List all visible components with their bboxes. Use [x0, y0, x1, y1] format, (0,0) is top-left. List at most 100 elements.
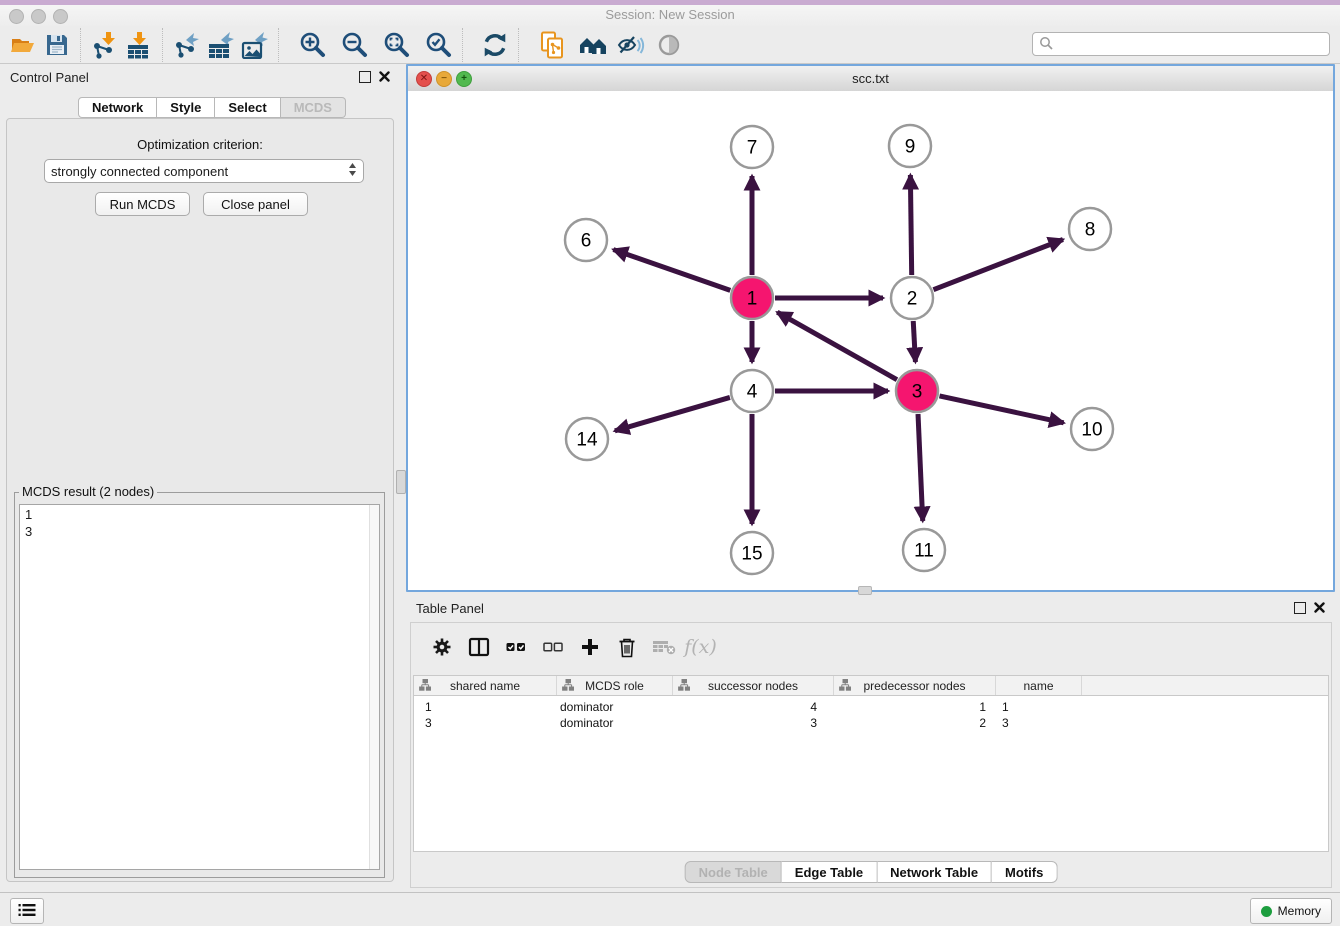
graph-edge-2-9[interactable] — [910, 175, 911, 275]
graph-node-label-10: 10 — [1081, 420, 1102, 441]
memory-button[interactable]: Memory — [1250, 898, 1332, 924]
graph-edge-3-11[interactable] — [918, 414, 923, 521]
home-icon[interactable] — [576, 30, 610, 60]
tab-edge-table[interactable]: Edge Table — [782, 861, 877, 883]
float-table-panel-icon[interactable] — [1294, 602, 1306, 614]
table-row[interactable]: 3 dominator 3 2 3 — [414, 715, 1328, 731]
show-all-icon[interactable] — [652, 30, 686, 60]
chevron-updown-icon — [348, 162, 357, 180]
tab-select[interactable]: Select — [215, 97, 280, 118]
optimization-criterion-select[interactable]: strongly connected component — [44, 159, 364, 183]
zoom-fit-icon[interactable] — [380, 30, 414, 60]
column-header-predecessor-nodes[interactable]: predecessor nodes — [834, 676, 996, 695]
table-panel-title: Table Panel — [416, 601, 484, 616]
graph-edge-2-3[interactable] — [913, 321, 915, 362]
graph-node-label-8: 8 — [1085, 220, 1096, 241]
graph-node-label-1: 1 — [747, 289, 758, 310]
table-type-tabs: Node Table Edge Table Network Table Moti… — [685, 861, 1058, 883]
task-history-button[interactable] — [10, 898, 44, 924]
graph-node-label-7: 7 — [747, 138, 758, 159]
graph-node-label-3: 3 — [912, 382, 923, 403]
hide-selected-icon[interactable] — [614, 30, 648, 60]
toolbar-separator — [462, 28, 464, 62]
control-panel: Control Panel Network Style Select MCDS … — [0, 64, 400, 890]
network-graph[interactable]: 7968124314101511 — [408, 91, 1333, 590]
result-scrollbar[interactable] — [369, 505, 379, 869]
float-panel-icon[interactable] — [359, 71, 371, 83]
result-line: 1 — [25, 506, 379, 523]
zoom-in-icon[interactable] — [296, 30, 330, 60]
panel-splitter-handle[interactable] — [396, 470, 406, 494]
run-mcds-button[interactable]: Run MCDS — [95, 192, 190, 216]
application-window: Session: New Session — [0, 0, 1340, 926]
select-all-icon[interactable] — [497, 632, 534, 662]
tab-network[interactable]: Network — [78, 97, 157, 118]
graph-edge-2-8[interactable] — [933, 239, 1063, 289]
tab-mcds[interactable]: MCDS — [281, 97, 346, 118]
graph-node-label-15: 15 — [741, 544, 762, 565]
table-settings-icon[interactable] — [423, 632, 460, 662]
status-bar: Memory — [0, 892, 1340, 926]
column-header-shared-name[interactable]: shared name — [414, 676, 557, 695]
save-session-icon[interactable] — [40, 30, 74, 60]
network-canvas[interactable]: 7968124314101511 — [408, 91, 1333, 590]
dropdown-value: strongly connected component — [51, 164, 228, 179]
import-table-icon[interactable] — [122, 30, 156, 60]
table-panel-body: f(x) shared name MCDS role successor nod… — [410, 622, 1332, 888]
memory-label: Memory — [1278, 904, 1321, 918]
graph-node-label-14: 14 — [576, 430, 598, 451]
zoom-out-icon[interactable] — [338, 30, 372, 60]
zoom-selected-icon[interactable] — [422, 30, 456, 60]
close-table-panel-icon[interactable] — [1314, 601, 1325, 616]
clone-network-icon[interactable] — [536, 30, 570, 60]
graph-edge-4-14[interactable] — [615, 397, 730, 430]
graph-edge-3-1[interactable] — [777, 312, 897, 379]
graph-edge-3-10[interactable] — [939, 396, 1063, 423]
optimization-criterion-label: Optimization criterion: — [0, 137, 400, 152]
tab-network-table[interactable]: Network Table — [877, 861, 992, 883]
column-header-successor-nodes[interactable]: successor nodes — [673, 676, 834, 695]
export-network-icon[interactable] — [170, 30, 204, 60]
import-network-icon[interactable] — [88, 30, 122, 60]
graph-node-label-11: 11 — [914, 541, 934, 562]
column-type-icon — [419, 679, 431, 694]
tab-motifs[interactable]: Motifs — [992, 861, 1057, 883]
memory-status-icon — [1261, 906, 1272, 917]
graph-node-label-2: 2 — [907, 289, 918, 310]
mcds-result-textarea[interactable]: 1 3 — [19, 504, 380, 870]
search-input[interactable] — [1032, 32, 1330, 56]
column-type-icon — [839, 679, 851, 694]
table-row[interactable]: 1 dominator 4 1 1 — [414, 699, 1328, 715]
result-line: 3 — [25, 523, 379, 540]
column-header-name[interactable]: name — [996, 676, 1082, 695]
table-splitter-handle[interactable] — [858, 586, 872, 595]
network-window-title: scc.txt — [408, 71, 1333, 86]
close-panel-button[interactable]: Close panel — [203, 192, 308, 216]
graph-node-label-9: 9 — [905, 137, 916, 158]
export-table-icon[interactable] — [204, 30, 238, 60]
table-header-row: shared name MCDS role successor nodes pr… — [414, 676, 1328, 696]
close-panel-icon[interactable] — [379, 70, 390, 85]
app-title: Session: New Session — [0, 7, 1340, 22]
function-builder-icon[interactable]: f(x) — [682, 632, 719, 662]
tab-style[interactable]: Style — [157, 97, 215, 118]
main-toolbar — [0, 26, 1340, 64]
toolbar-separator — [80, 28, 82, 62]
add-column-icon[interactable] — [571, 632, 608, 662]
graph-edge-1-6[interactable] — [613, 250, 730, 291]
delete-column-icon[interactable] — [608, 632, 645, 662]
destroy-table-icon[interactable] — [645, 632, 682, 662]
toolbar-separator — [162, 28, 164, 62]
search-icon — [1039, 36, 1053, 53]
graph-node-label-4: 4 — [747, 382, 758, 403]
show-columns-icon[interactable] — [460, 632, 497, 662]
toolbar-separator — [518, 28, 520, 62]
deselect-all-icon[interactable] — [534, 632, 571, 662]
apply-layout-icon[interactable] — [478, 30, 512, 60]
column-header-filler — [1082, 676, 1328, 695]
column-header-mcds-role[interactable]: MCDS role — [557, 676, 673, 695]
export-image-icon[interactable] — [238, 30, 272, 60]
network-window-titlebar[interactable]: ✕ − + scc.txt — [408, 66, 1333, 92]
tab-node-table[interactable]: Node Table — [685, 861, 782, 883]
open-session-icon[interactable] — [6, 30, 40, 60]
